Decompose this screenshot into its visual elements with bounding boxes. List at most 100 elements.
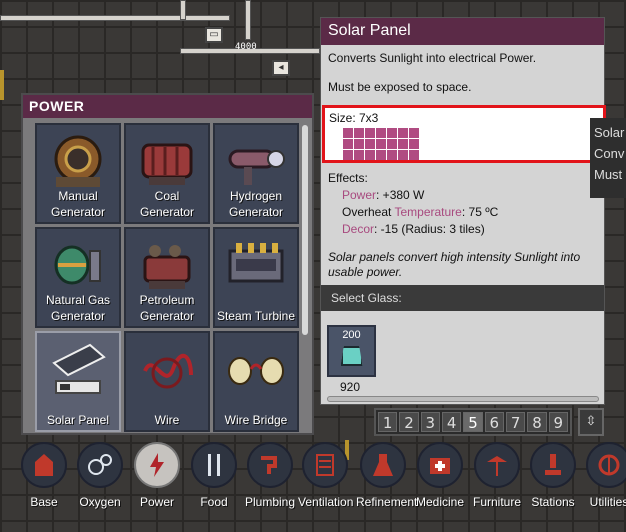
building-label: Natural Gas Generator xyxy=(45,293,111,323)
power-build-panel: POWER Manual Generator Coal Generator Hy… xyxy=(21,93,314,435)
meter-readout: 4000 xyxy=(235,42,257,52)
size-cell xyxy=(398,128,408,138)
flavor-text: Solar panels convert high intensity Sunl… xyxy=(328,250,581,279)
category-label: Plumbing xyxy=(244,495,296,509)
size-cell xyxy=(409,150,419,160)
size-cell xyxy=(409,128,419,138)
building-tile-steam-turbine[interactable]: Steam Turbine xyxy=(213,227,299,328)
building-tile-natural-gas-generator[interactable]: Natural Gas Generator xyxy=(35,227,121,328)
building-label: Hydrogen Generator xyxy=(228,189,284,219)
size-cell xyxy=(365,139,375,149)
steam-turbine-icon xyxy=(228,243,284,283)
category-label: Food xyxy=(200,495,228,509)
priority-selector: 123456789 xyxy=(374,408,572,436)
peek-line: Solar xyxy=(594,125,625,140)
peek-line: Must xyxy=(594,167,623,182)
size-cell xyxy=(376,139,386,149)
glass-material-option[interactable]: 200 xyxy=(327,325,376,377)
category-utilities[interactable]: Utilities xyxy=(582,442,626,509)
priority-button-4[interactable]: 4 xyxy=(441,412,462,432)
building-tile-manual-generator[interactable]: Manual Generator xyxy=(35,123,121,224)
power-panel-scrollbar[interactable] xyxy=(302,125,308,335)
category-furniture[interactable]: Furniture xyxy=(470,442,524,509)
power-icon xyxy=(134,442,180,488)
solar-panel-icon xyxy=(52,343,106,394)
peek-line: Conv xyxy=(594,146,625,161)
category-medicine[interactable]: Medicine xyxy=(413,442,467,509)
effect-overheat: Overheat Temperature: 75 ºC xyxy=(328,204,498,221)
power-panel-title: POWER xyxy=(23,95,312,118)
size-cell xyxy=(376,150,386,160)
priority-button-9[interactable]: 9 xyxy=(548,412,568,432)
oxygen-icon xyxy=(77,442,123,488)
building-info-card: Solar Panel Converts Sunlight into elect… xyxy=(320,17,606,405)
wire-segment xyxy=(0,70,4,100)
category-power[interactable]: Power xyxy=(130,442,184,509)
priority-button-8[interactable]: 8 xyxy=(527,412,547,432)
size-cell xyxy=(398,139,408,149)
category-ventilation[interactable]: Ventilation xyxy=(298,442,354,509)
effects-label: Effects: xyxy=(328,171,368,185)
size-cell xyxy=(343,139,353,149)
category-base[interactable]: Base xyxy=(17,442,71,509)
building-tile-wire-bridge[interactable]: Wire Bridge xyxy=(213,331,299,432)
size-cell xyxy=(343,150,353,160)
category-plumbing[interactable]: Plumbing xyxy=(243,442,297,509)
building-tile-solar-panel[interactable]: Solar Panel xyxy=(35,331,121,432)
category-label: Ventilation xyxy=(298,495,354,509)
size-cell xyxy=(387,150,397,160)
build-category-toolbar: Base Oxygen Power Food Plumbing Ventilat… xyxy=(0,440,626,532)
pipe-segment xyxy=(245,0,251,40)
size-cell xyxy=(354,150,364,160)
building-label: Petroleum Generator xyxy=(139,293,195,323)
wire-bridge-icon xyxy=(228,357,284,385)
food-icon xyxy=(191,442,237,488)
category-stations[interactable]: Stations xyxy=(526,442,580,509)
priority-button-7[interactable]: 7 xyxy=(505,412,526,432)
size-cell xyxy=(398,150,408,160)
pipe-junction-icon: ◂ xyxy=(272,60,290,76)
effect-value: : 75 ºC xyxy=(461,205,499,219)
effect-key: Temperature xyxy=(394,205,462,219)
wire-icon xyxy=(143,353,193,389)
size-footprint-grid xyxy=(343,128,599,160)
pipe-junction-icon: ▭ xyxy=(205,27,223,43)
base-icon xyxy=(21,442,67,488)
size-cell xyxy=(354,128,364,138)
glass-icon xyxy=(340,346,363,366)
category-refinement[interactable]: Refinement xyxy=(356,442,417,509)
glass-required-amount: 200 xyxy=(342,329,361,341)
priority-button-2[interactable]: 2 xyxy=(399,412,419,432)
size-cell xyxy=(365,128,375,138)
effect-value: : -15 (Radius: 3 tiles) xyxy=(374,222,485,236)
category-oxygen[interactable]: Oxygen xyxy=(73,442,127,509)
priority-button-1[interactable]: 1 xyxy=(378,412,398,432)
category-label: Power xyxy=(139,495,174,509)
category-label: Utilities xyxy=(589,495,626,509)
priority-button-3[interactable]: 3 xyxy=(420,412,440,432)
effect-key: Decor xyxy=(342,222,375,236)
building-label: Steam Turbine xyxy=(216,309,296,323)
pipe-segment xyxy=(0,15,230,21)
material-scrollbar[interactable] xyxy=(327,396,599,402)
building-label: Manual Generator xyxy=(50,189,106,219)
refinement-icon xyxy=(360,442,406,488)
building-tile-wire[interactable]: Wire xyxy=(124,331,210,432)
building-label: Solar Panel xyxy=(46,413,110,427)
priority-button-5[interactable]: 5 xyxy=(463,412,483,432)
priority-toggle-button[interactable]: ⇳ xyxy=(578,408,604,436)
manual-generator-icon xyxy=(54,135,102,187)
building-tile-petroleum-generator[interactable]: Petroleum Generator xyxy=(124,227,210,328)
building-label: Coal Generator xyxy=(139,189,195,219)
size-cell xyxy=(354,139,364,149)
size-cell xyxy=(387,128,397,138)
building-tile-hydrogen-generator[interactable]: Hydrogen Generator xyxy=(213,123,299,224)
priority-button-6[interactable]: 6 xyxy=(484,412,504,432)
category-food[interactable]: Food xyxy=(187,442,241,509)
category-label: Base xyxy=(30,495,58,509)
furniture-icon xyxy=(474,442,520,488)
select-glass-header: Select Glass: xyxy=(321,285,604,311)
info-title: Solar Panel xyxy=(321,18,604,45)
effect-key: Power xyxy=(342,188,377,202)
building-tile-coal-generator[interactable]: Coal Generator xyxy=(124,123,210,224)
